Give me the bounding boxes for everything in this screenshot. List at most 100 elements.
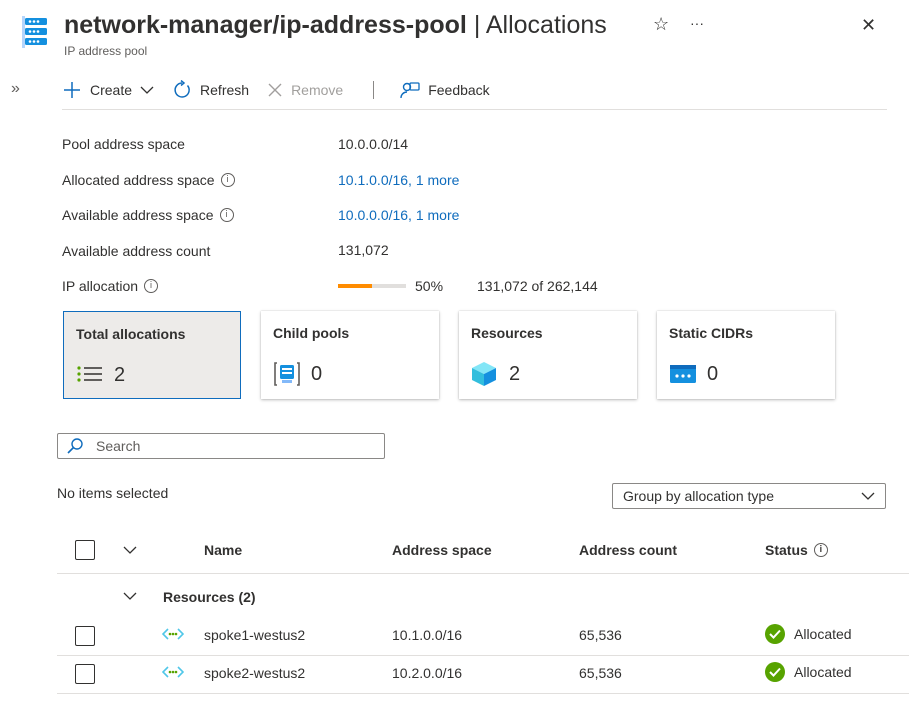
close-icon[interactable]: ✕ <box>861 15 876 36</box>
card-count: 2 <box>509 363 521 385</box>
info-icon[interactable]: i <box>813 543 828 557</box>
selection-status: No items selected <box>57 485 169 501</box>
card-count: 0 <box>707 363 719 385</box>
card-title: Static CIDRs <box>669 325 754 341</box>
feedback-button[interactable]: Feedback <box>400 80 490 100</box>
available-address-space-link[interactable]: 10.0.0.0/16, 1 more <box>338 207 459 223</box>
column-header-name[interactable]: Name <box>204 542 242 558</box>
header-divider <box>57 573 909 574</box>
card-title: Child pools <box>273 325 350 341</box>
group-collapse-chevron-icon[interactable] <box>123 591 137 601</box>
card-count: 0 <box>311 363 323 385</box>
chevron-down-icon <box>861 492 875 500</box>
plus-icon <box>64 82 80 98</box>
allocated-address-space-label: Allocated address space i <box>62 172 235 188</box>
chevron-down-icon <box>140 86 154 94</box>
card-title: Resources <box>471 325 543 341</box>
allocated-address-space-label-text: Allocated address space <box>62 172 215 188</box>
create-button[interactable]: Create <box>62 80 154 100</box>
card-title: Total allocations <box>76 326 186 342</box>
more-options-icon[interactable]: ··· <box>690 15 704 31</box>
ip-allocation-label: IP allocation i <box>62 278 159 294</box>
search-box[interactable]: Search <box>57 433 385 459</box>
column-header-status-text: Status <box>765 542 808 558</box>
available-address-space-label: Available address space i <box>62 207 234 223</box>
static-cidrs-card[interactable]: Static CIDRs 0 <box>657 311 835 399</box>
ip-allocation-progress-fill <box>338 284 372 288</box>
group-by-selected: Group by allocation type <box>623 488 774 504</box>
list-icon <box>76 362 102 388</box>
group-by-dropdown[interactable]: Group by allocation type <box>612 483 886 509</box>
check-circle-icon <box>765 624 785 644</box>
collapse-all-chevron-icon[interactable] <box>123 545 137 555</box>
row-status: Allocated <box>765 662 852 682</box>
create-label: Create <box>90 82 133 98</box>
available-address-count-label: Available address count <box>62 243 210 259</box>
refresh-icon <box>174 80 190 98</box>
row-address-space: 10.1.0.0/16 <box>392 627 463 643</box>
row-status: Allocated <box>765 624 852 644</box>
row-checkbox[interactable] <box>75 664 95 684</box>
resources-card[interactable]: Resources 2 <box>459 311 637 399</box>
card-count: 2 <box>114 364 126 386</box>
info-icon[interactable]: i <box>219 208 234 222</box>
row-checkbox[interactable] <box>75 626 95 646</box>
available-address-count-label-text: Available address count <box>62 243 211 259</box>
available-address-space-label-text: Available address space <box>62 207 214 223</box>
group-header-resources: Resources (2) <box>163 589 256 605</box>
favorite-star-icon[interactable]: ☆ <box>653 14 669 35</box>
pool-address-space-label: Pool address space <box>62 136 185 152</box>
feedback-label: Feedback <box>428 82 490 98</box>
toolbar-separator <box>62 109 887 110</box>
remove-button[interactable]: Remove <box>267 82 343 98</box>
remove-label: Remove <box>291 82 344 98</box>
row-address-count: 65,536 <box>579 627 622 643</box>
pool-address-space-value: 10.0.0.0/14 <box>338 136 409 152</box>
page-title: network-manager/ip-address-pool | Alloca… <box>64 8 607 42</box>
row-status-text: Allocated <box>794 664 852 680</box>
refresh-label: Refresh <box>200 82 250 98</box>
refresh-button[interactable]: Refresh <box>172 80 249 100</box>
column-header-address-space-text: Address space <box>392 542 492 558</box>
column-header-address-count-text: Address count <box>579 542 678 558</box>
page-subtitle: IP address pool <box>64 44 148 58</box>
info-icon[interactable]: i <box>144 279 159 293</box>
row-name-link[interactable]: spoke1-westus2 <box>204 627 305 643</box>
search-icon <box>67 438 83 454</box>
row-address-count: 65,536 <box>579 665 622 681</box>
pool-address-space-label-text: Pool address space <box>62 136 185 152</box>
row-address-space: 10.2.0.0/16 <box>392 665 463 681</box>
available-address-count-value: 131,072 <box>338 242 389 258</box>
row-divider <box>57 655 909 656</box>
close-x-icon <box>268 83 282 97</box>
pool-icon <box>273 361 300 387</box>
cidr-icon <box>669 361 696 387</box>
cube-icon <box>471 361 497 387</box>
page-title-section: | Allocations <box>473 11 607 39</box>
toolbar-divider <box>373 81 375 99</box>
row-status-text: Allocated <box>794 626 852 642</box>
column-header-status[interactable]: Status i <box>765 542 828 558</box>
ip-allocation-label-text: IP allocation <box>62 278 139 294</box>
row-name-link[interactable]: spoke2-westus2 <box>204 665 305 681</box>
child-pools-card[interactable]: Child pools 0 <box>261 311 439 399</box>
feedback-icon <box>400 82 420 99</box>
allocated-address-space-link[interactable]: 10.1.0.0/16, 1 more <box>338 172 459 188</box>
page-title-resource: network-manager/ip-address-pool <box>64 11 467 39</box>
command-bar: Create Refresh Remove Feedback <box>62 76 508 104</box>
select-all-checkbox[interactable] <box>75 540 95 560</box>
column-header-address-space[interactable]: Address space <box>392 542 492 558</box>
ip-pool-icon <box>22 16 52 48</box>
check-circle-icon <box>765 662 785 682</box>
info-icon[interactable]: i <box>220 173 235 187</box>
ip-allocation-percent: 50% <box>415 278 444 294</box>
ip-allocation-progress-bar <box>338 284 406 288</box>
row-divider <box>57 693 909 694</box>
virtual-network-icon <box>162 666 184 678</box>
ip-allocation-detail: 131,072 of 262,144 <box>477 278 598 294</box>
column-header-name-text: Name <box>204 542 243 558</box>
expand-menu-icon[interactable]: » <box>11 80 20 98</box>
total-allocations-card[interactable]: Total allocations 2 <box>63 311 241 399</box>
search-input[interactable]: Search <box>96 438 140 454</box>
column-header-address-count[interactable]: Address count <box>579 542 677 558</box>
